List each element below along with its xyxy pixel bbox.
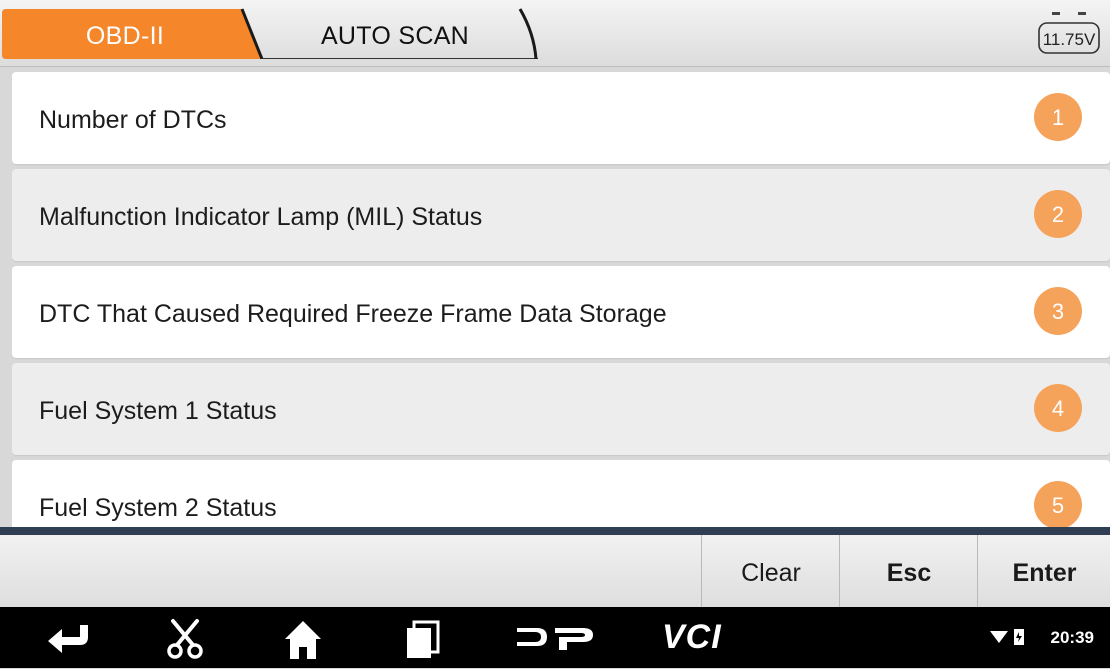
list-item-number-badge: 5: [1034, 481, 1082, 527]
scissors-icon[interactable]: [163, 607, 207, 668]
recent-apps-icon[interactable]: [402, 607, 442, 668]
action-bar: Clear Esc Enter: [0, 535, 1110, 607]
dp-logo-icon[interactable]: [515, 607, 595, 668]
enter-button[interactable]: Enter: [977, 535, 1110, 607]
home-icon[interactable]: [281, 607, 325, 668]
list-item-label: Fuel System 2 Status: [39, 494, 277, 522]
list-item[interactable]: Number of DTCs 1: [12, 72, 1110, 164]
list-divider: [0, 527, 1110, 535]
clear-button[interactable]: Clear: [701, 535, 840, 607]
system-nav-bar: VCI 20:39: [0, 607, 1110, 668]
battery-voltage-text: 11.75V: [1042, 30, 1096, 49]
list-item-number-badge: 4: [1034, 384, 1082, 432]
top-tab-bar: OBD-II AUTO SCAN 11.75V: [0, 0, 1110, 67]
list-item[interactable]: Fuel System 2 Status 5: [12, 460, 1110, 527]
esc-button[interactable]: Esc: [839, 535, 978, 607]
list-item-number-badge: 3: [1034, 287, 1082, 335]
list-item-number-badge: 1: [1034, 93, 1082, 141]
tab-obd-ii-label: OBD-II: [85, 22, 165, 50]
tab-obd-ii[interactable]: OBD-II: [0, 7, 270, 59]
battery-voltage: 11.75V: [1036, 10, 1102, 56]
back-icon[interactable]: [44, 607, 94, 668]
tab-auto-scan-label: AUTO SCAN: [320, 22, 470, 50]
list-item[interactable]: Malfunction Indicator Lamp (MIL) Status …: [12, 169, 1110, 261]
pid-list: Number of DTCs 1 Malfunction Indicator L…: [12, 70, 1110, 527]
list-item-label: Malfunction Indicator Lamp (MIL) Status: [39, 203, 483, 231]
list-item[interactable]: Fuel System 1 Status 4: [12, 363, 1110, 455]
vci-label[interactable]: VCI: [662, 607, 722, 668]
list-item-number-badge: 2: [1034, 190, 1082, 238]
tab-auto-scan[interactable]: AUTO SCAN: [250, 7, 545, 59]
status-icons: [988, 607, 1028, 668]
list-item-label: Number of DTCs: [39, 106, 227, 134]
list-item-label: Fuel System 1 Status: [39, 397, 277, 425]
wifi-icon: [990, 631, 1008, 643]
clock-time: 20:39: [1050, 628, 1094, 647]
list-item-label: DTC That Caused Required Freeze Frame Da…: [39, 300, 667, 328]
list-item[interactable]: DTC That Caused Required Freeze Frame Da…: [12, 266, 1110, 358]
